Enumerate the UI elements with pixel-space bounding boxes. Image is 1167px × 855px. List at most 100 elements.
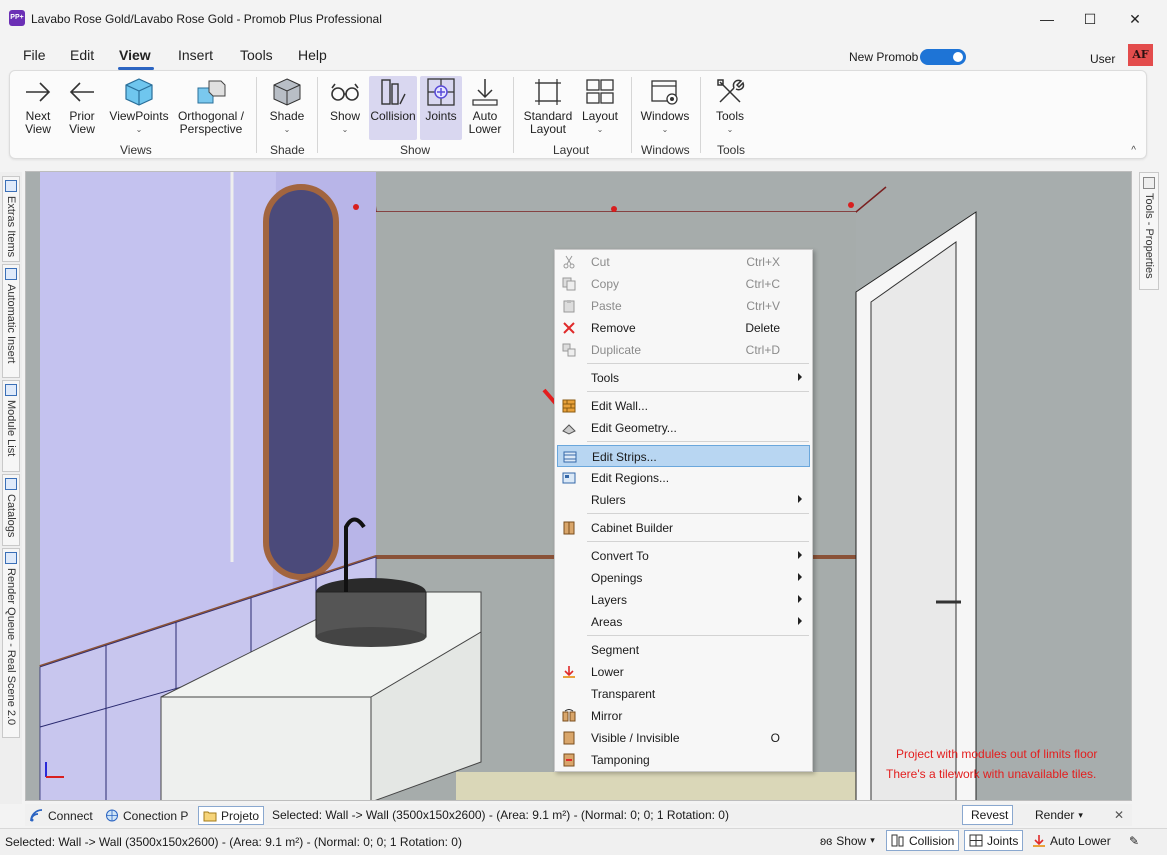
duplicate-icon bbox=[562, 343, 576, 357]
module-list-icon bbox=[5, 384, 17, 396]
menu-areas[interactable]: Areas bbox=[557, 611, 810, 633]
menu-file[interactable]: File bbox=[23, 47, 46, 63]
strips-icon bbox=[563, 451, 577, 463]
status-auto-lower-toggle[interactable]: Auto Lower bbox=[1028, 830, 1115, 851]
menu-transparent[interactable]: Transparent bbox=[557, 683, 810, 705]
ribbon-separator bbox=[513, 77, 514, 153]
close-panel-button[interactable]: ✕ bbox=[1110, 805, 1128, 825]
menu-label: Edit Regions... bbox=[591, 471, 670, 485]
group-label-show: Show bbox=[400, 143, 431, 157]
next-view-button[interactable]: Next View bbox=[18, 76, 58, 140]
catalogs-icon bbox=[5, 478, 17, 490]
menu-layers[interactable]: Layers bbox=[557, 589, 810, 611]
submenu-arrow-icon bbox=[798, 573, 802, 581]
menu-label: Copy bbox=[591, 277, 620, 291]
new-promob-toggle[interactable] bbox=[920, 49, 966, 65]
menu-duplicate[interactable]: Duplicate Ctrl+D bbox=[557, 339, 810, 361]
tab-extras-items[interactable]: Extras Items bbox=[2, 176, 20, 262]
menu-edit[interactable]: Edit bbox=[70, 47, 94, 63]
show-button[interactable]: Show ⌄ bbox=[324, 76, 366, 140]
collision-button[interactable]: Collision bbox=[369, 76, 417, 140]
shade-label: Shade bbox=[269, 109, 305, 123]
paste-icon bbox=[563, 300, 575, 313]
menu-rulers[interactable]: Rulers bbox=[557, 489, 810, 511]
menu-separator bbox=[587, 441, 809, 442]
menu-copy[interactable]: Copy Ctrl+C bbox=[557, 273, 810, 295]
show-label: Show bbox=[329, 109, 361, 123]
menu-tools[interactable]: Tools bbox=[240, 47, 273, 63]
status-pen-icon[interactable]: ✎ bbox=[1125, 830, 1143, 851]
regions-icon bbox=[562, 472, 576, 484]
joints-button[interactable]: Joints bbox=[420, 76, 462, 140]
menu-paste[interactable]: Paste Ctrl+V bbox=[557, 295, 810, 317]
menu-edit-wall[interactable]: Edit Wall... bbox=[557, 395, 810, 417]
tab-label: Module List bbox=[5, 400, 17, 457]
menu-edit-regions[interactable]: Edit Regions... bbox=[557, 467, 810, 489]
tab-conection[interactable]: Conection P bbox=[105, 806, 188, 825]
menu-view[interactable]: View bbox=[119, 47, 151, 63]
menu-edit-geometry[interactable]: Edit Geometry... bbox=[557, 417, 810, 439]
orthogonal-perspective-button[interactable]: Orthogonal / Perspective bbox=[174, 76, 248, 140]
tab-projeto[interactable]: Projeto bbox=[198, 806, 265, 825]
menu-help[interactable]: Help bbox=[298, 47, 327, 63]
menu-mirror[interactable]: Mirror bbox=[557, 705, 810, 727]
menu-remove[interactable]: Remove Delete bbox=[557, 317, 810, 339]
next-view-label: Next View bbox=[25, 109, 51, 136]
status-collision-label: Collision bbox=[909, 833, 955, 848]
menu-edit-strips[interactable]: Edit Strips... bbox=[557, 445, 810, 467]
layout-button[interactable]: Layout ⌄ bbox=[579, 76, 621, 140]
submenu-arrow-icon bbox=[798, 495, 802, 503]
submenu-arrow-icon bbox=[798, 595, 802, 603]
tools-button[interactable]: Tools ⌄ bbox=[708, 76, 752, 140]
menu-label: Cabinet Builder bbox=[591, 521, 674, 535]
tab-render-queue[interactable]: Render Queue - Real Scene 2.0 bbox=[2, 548, 20, 738]
render-button[interactable]: Render ▾ bbox=[1027, 805, 1087, 825]
viewpoints-button[interactable]: ViewPoints ⌄ bbox=[108, 76, 170, 140]
selection-info-inline: Selected: Wall -> Wall (3500x150x2600) -… bbox=[272, 808, 729, 822]
shade-button[interactable]: Shade ⌄ bbox=[266, 76, 308, 140]
menu-tools-sub[interactable]: Tools bbox=[557, 367, 810, 389]
menu-tamponing[interactable]: Tamponing bbox=[557, 749, 810, 771]
user-label[interactable]: User bbox=[1090, 52, 1115, 66]
tab-connect[interactable]: Connect bbox=[30, 806, 93, 825]
menu-label: Mirror bbox=[591, 709, 623, 723]
avatar[interactable]: AF bbox=[1128, 44, 1153, 66]
tab-label: Tools - Properties bbox=[1143, 193, 1155, 279]
maximize-button[interactable]: ☐ bbox=[1068, 4, 1112, 34]
pen-icon: ✎ bbox=[1129, 833, 1140, 848]
revest-button[interactable]: Revest bbox=[962, 805, 1014, 825]
menu-cabinet-builder[interactable]: Cabinet Builder bbox=[557, 517, 810, 539]
auto-lower-button[interactable]: Auto Lower bbox=[465, 76, 505, 140]
scissors-icon bbox=[563, 255, 575, 269]
tab-module-list[interactable]: Module List bbox=[2, 380, 20, 472]
menu-label: Visible / Invisible bbox=[591, 731, 680, 745]
close-button[interactable]: ✕ bbox=[1113, 4, 1157, 34]
menu-insert[interactable]: Insert bbox=[178, 47, 213, 63]
collapse-ribbon-icon[interactable]: ^ bbox=[1131, 145, 1136, 156]
windows-gear-icon bbox=[651, 80, 678, 105]
minimize-button[interactable]: — bbox=[1025, 4, 1069, 34]
menu-label: Lower bbox=[591, 665, 624, 679]
menu-label: Remove bbox=[591, 321, 636, 335]
menu-visible-invisible[interactable]: Visible / Invisible O bbox=[557, 727, 810, 749]
shortcut: Ctrl+C bbox=[745, 277, 780, 291]
tab-tools-properties[interactable]: Tools - Properties bbox=[1139, 172, 1159, 290]
standard-layout-button[interactable]: Standard Layout bbox=[520, 76, 576, 140]
menu-cut[interactable]: Cut Ctrl+X bbox=[557, 251, 810, 273]
status-joints-toggle[interactable]: Joints bbox=[964, 830, 1024, 851]
menu-label: Rulers bbox=[591, 493, 626, 507]
menu-label: Duplicate bbox=[591, 343, 642, 357]
tab-catalogs[interactable]: Catalogs bbox=[2, 474, 20, 546]
windows-button[interactable]: Windows ⌄ bbox=[638, 76, 692, 140]
tab-automatic-insert[interactable]: Automatic Insert bbox=[2, 264, 20, 378]
status-collision-toggle[interactable]: Collision bbox=[886, 830, 960, 851]
status-show-button[interactable]: ʚɞ Show ▾ bbox=[816, 830, 879, 851]
menu-openings[interactable]: Openings bbox=[557, 567, 810, 589]
layout-label: Layout bbox=[581, 109, 619, 123]
menu-segment[interactable]: Segment bbox=[557, 639, 810, 661]
status-joints-label: Joints bbox=[987, 833, 1019, 848]
copy-icon bbox=[562, 277, 576, 291]
menu-convert-to[interactable]: Convert To bbox=[557, 545, 810, 567]
prior-view-button[interactable]: Prior View bbox=[62, 76, 102, 140]
menu-lower[interactable]: Lower bbox=[557, 661, 810, 683]
